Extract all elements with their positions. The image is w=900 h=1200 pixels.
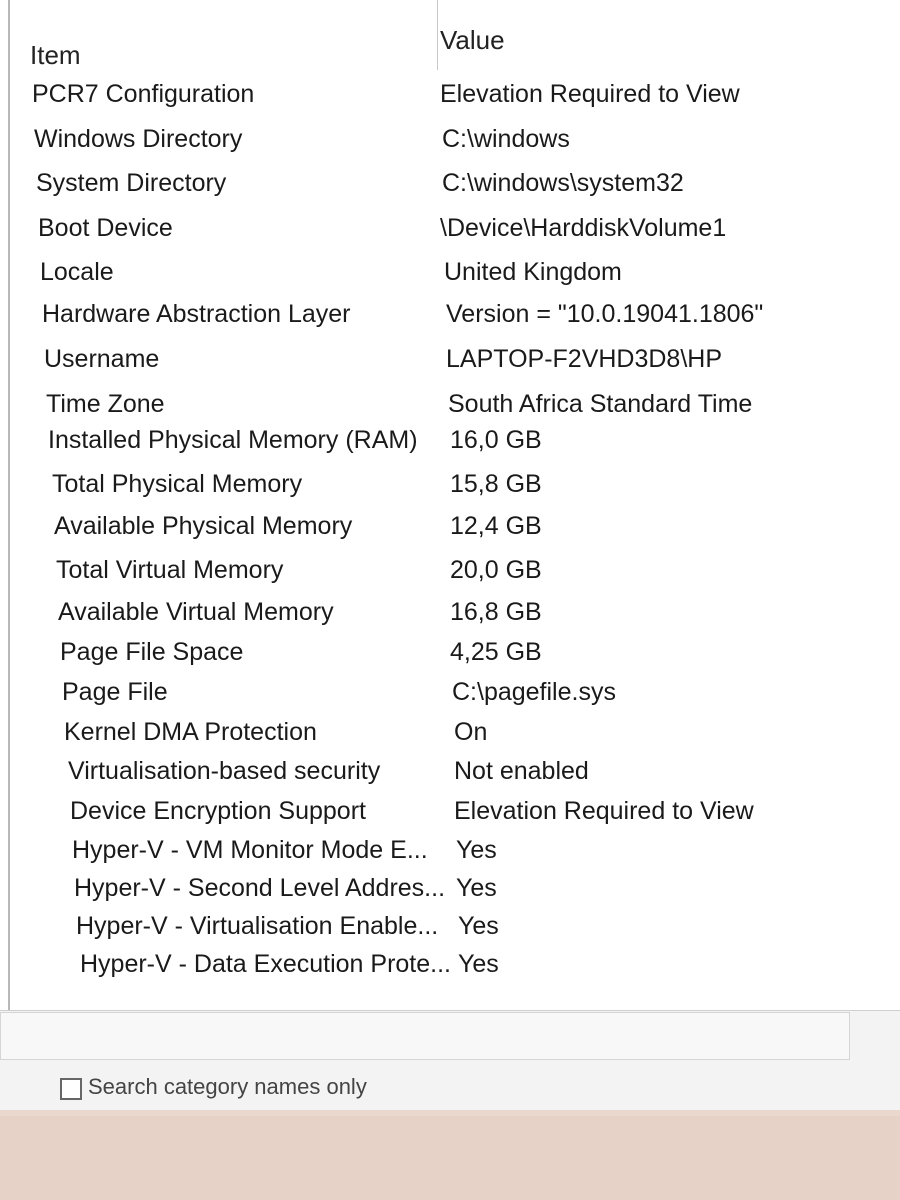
row-value: C:\windows\system32	[442, 169, 684, 197]
list-row[interactable]: Total Physical Memory 15,8 GB	[0, 470, 900, 510]
list-row[interactable]: System Directory C:\windows\system32	[0, 169, 900, 209]
row-value: United Kingdom	[444, 258, 622, 286]
row-value: Yes	[458, 912, 499, 940]
row-value: Version = "10.0.19041.1806"	[446, 300, 764, 328]
row-item-label: Total Physical Memory	[52, 470, 303, 498]
row-value: Elevation Required to View	[454, 797, 754, 825]
row-item-label: Available Virtual Memory	[58, 598, 334, 626]
row-value: South Africa Standard Time	[448, 390, 753, 418]
list-row[interactable]: Page File Space 4,25 GB	[0, 638, 900, 678]
list-row[interactable]: Boot Device \Device\HarddiskVolume1	[0, 214, 900, 254]
window-bottom-edge	[0, 1110, 900, 1116]
row-item-label: Hyper-V - Second Level Addres...	[74, 874, 446, 902]
list-row[interactable]: Kernel DMA Protection On	[0, 718, 900, 758]
list-row[interactable]: Installed Physical Memory (RAM) 16,0 GB	[0, 426, 900, 466]
row-value: Yes	[458, 950, 499, 978]
row-item-label: Kernel DMA Protection	[64, 718, 317, 746]
list-row[interactable]: Page File C:\pagefile.sys	[0, 678, 900, 718]
list-row[interactable]: Hyper-V - Second Level Addres... Yes	[0, 874, 900, 914]
row-item-label: Hyper-V - Data Execution Prote...	[80, 950, 451, 978]
row-item-label: PCR7 Configuration	[32, 80, 255, 108]
row-item-label: Hardware Abstraction Layer	[42, 300, 351, 328]
row-value: Yes	[456, 836, 497, 864]
row-value: LAPTOP-F2VHD3D8\HP	[446, 345, 723, 373]
search-input[interactable]	[0, 1012, 850, 1060]
row-item-label: Device Encryption Support	[70, 797, 366, 825]
list-row[interactable]: Hyper-V - VM Monitor Mode E... Yes	[0, 836, 900, 876]
list-row[interactable]: Device Encryption Support Elevation Requi…	[0, 797, 900, 837]
row-value: C:\pagefile.sys	[452, 678, 616, 706]
row-value: C:\windows	[442, 125, 570, 153]
list-rows: PCR7 Configuration Elevation Required to …	[0, 0, 900, 1010]
list-row[interactable]: PCR7 Configuration Elevation Required to …	[0, 80, 900, 120]
row-item-label: Locale	[40, 258, 114, 286]
list-row[interactable]: Hyper-V - Data Execution Prote... Yes	[0, 950, 900, 990]
list-row[interactable]: Virtualisation-based security Not enabled	[0, 757, 900, 797]
row-value: 16,0 GB	[450, 426, 542, 454]
list-row[interactable]: Username LAPTOP-F2VHD3D8\HP	[0, 345, 900, 385]
row-item-label: Virtualisation-based security	[68, 757, 381, 785]
row-item-label: Page File Space	[60, 638, 244, 666]
row-value: 15,8 GB	[450, 470, 542, 498]
search-category-label[interactable]: Search category names only	[88, 1074, 367, 1100]
row-value: Not enabled	[454, 757, 589, 785]
list-row[interactable]: Time Zone South Africa Standard Time	[0, 390, 900, 430]
list-row[interactable]: Locale United Kingdom	[0, 258, 900, 298]
row-value: \Device\HarddiskVolume1	[440, 214, 727, 242]
row-item-label: Total Virtual Memory	[56, 556, 284, 584]
list-row[interactable]: Available Virtual Memory 16,8 GB	[0, 598, 900, 638]
row-item-label: Username	[44, 345, 160, 373]
list-row[interactable]: Hyper-V - Virtualisation Enable... Yes	[0, 912, 900, 952]
list-row[interactable]: Hardware Abstraction Layer Version = "10.…	[0, 300, 900, 340]
desktop-background	[0, 1110, 900, 1200]
row-value: Elevation Required to View	[440, 80, 740, 108]
row-value: 4,25 GB	[450, 638, 542, 666]
list-row[interactable]: Total Virtual Memory 20,0 GB	[0, 556, 900, 596]
row-item-label: Time Zone	[46, 390, 165, 418]
row-value: On	[454, 718, 488, 746]
row-value: 20,0 GB	[450, 556, 542, 584]
row-value: 12,4 GB	[450, 512, 542, 540]
row-item-label: Available Physical Memory	[54, 512, 353, 540]
system-info-list[interactable]: Item Value PCR7 Configuration Elevation R…	[0, 0, 900, 1011]
row-item-label: System Directory	[36, 169, 227, 197]
row-item-label: Windows Directory	[34, 125, 243, 153]
search-category-checkbox[interactable]	[60, 1078, 82, 1100]
list-row[interactable]: Available Physical Memory 12,4 GB	[0, 512, 900, 552]
row-item-label: Installed Physical Memory (RAM)	[48, 426, 418, 454]
row-item-label: Hyper-V - Virtualisation Enable...	[76, 912, 439, 940]
row-value: Yes	[456, 874, 497, 902]
list-row[interactable]: Windows Directory C:\windows	[0, 125, 900, 165]
row-item-label: Page File	[62, 678, 168, 706]
row-item-label: Hyper-V - VM Monitor Mode E...	[72, 836, 428, 864]
row-item-label: Boot Device	[38, 214, 173, 242]
row-value: 16,8 GB	[450, 598, 542, 626]
